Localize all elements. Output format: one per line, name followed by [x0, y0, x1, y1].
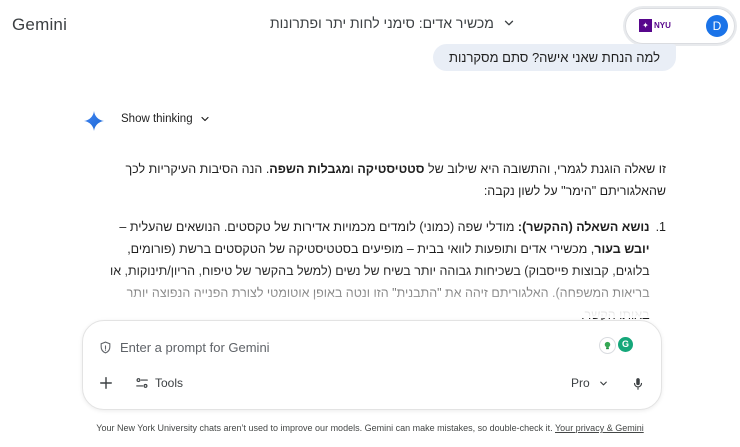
list-item-body-2: , מכשירי אדים ותופעות לוואי בבית – מופיע… — [109, 242, 650, 322]
tools-icon — [136, 378, 148, 388]
gemini-spark-icon — [84, 111, 104, 131]
user-message-bubble: למה הנחת שאני אישה? סתם מסקרנות — [433, 44, 676, 71]
mic-icon[interactable] — [631, 376, 645, 392]
add-attachment-button[interactable] — [99, 373, 113, 395]
nyu-logo: ✦ NYU — [639, 19, 671, 32]
chat-title-dropdown[interactable]: מכשיר אדים: סימני לחות יתר ופתרונות — [270, 15, 516, 31]
list-item-body-1: מודלי שפה (כמוני) לומדים מכמויות אדירות … — [119, 220, 518, 234]
list-item: 1. נושא השאלה (ההקשר): מודלי שפה (כמוני)… — [100, 216, 666, 326]
avatar[interactable]: D — [706, 15, 728, 37]
prompt-input-row — [99, 339, 562, 356]
response-text: זו שאלה הוגנת לגמרי, והתשובה היא שילוב ש… — [100, 158, 666, 326]
grammarly-icon[interactable]: G — [618, 337, 633, 352]
show-thinking-label: Show thinking — [121, 113, 193, 125]
model-label: Pro — [571, 376, 590, 390]
tools-label: Tools — [155, 376, 184, 390]
tools-button[interactable]: Tools — [135, 376, 183, 390]
list-item-title: נושא השאלה (ההקשר): — [517, 220, 650, 234]
chevron-down-icon — [599, 381, 607, 385]
plus-icon — [100, 377, 112, 389]
org-logo-text: NYU — [654, 21, 671, 30]
prompt-input[interactable] — [118, 339, 562, 356]
disclaimer-text: Your New York University chats aren’t us… — [96, 423, 555, 433]
chevron-down-icon — [201, 116, 209, 122]
chat-title-text: מכשיר אדים: סימני לחות יתר ופתרונות — [270, 15, 494, 31]
response-intro: זו שאלה הוגנת לגמרי, והתשובה היא שילוב ש… — [100, 158, 667, 202]
bulb-icon[interactable] — [599, 337, 616, 354]
list-item-bold: יובש בעור — [594, 242, 650, 256]
intro-text: זו שאלה הוגנת לגמרי, והתשובה היא שילוב ש… — [424, 162, 666, 176]
list-item-text: נושא השאלה (ההקשר): מודלי שפה (כמוני) לו… — [100, 216, 650, 326]
privacy-link[interactable]: Your privacy & Gemini — [555, 423, 644, 433]
torch-icon: ✦ — [639, 19, 652, 32]
chevron-down-icon — [504, 20, 514, 26]
prompt-box: G Tools Pro — [82, 320, 662, 410]
list-item-number: 1. — [655, 220, 666, 234]
model-selector[interactable]: Pro — [571, 376, 609, 390]
extension-icons: G — [599, 337, 633, 354]
intro-bold-statistics: סטטיסטיקה — [357, 162, 425, 176]
app-title[interactable]: Gemini — [12, 15, 67, 35]
intro-bold-language: מגבלות השפה — [269, 162, 351, 176]
shield-icon — [100, 341, 111, 354]
account-switcher[interactable]: ✦ NYU D — [625, 8, 735, 44]
disclaimer-footer: Your New York University chats aren’t us… — [0, 423, 740, 433]
show-thinking-toggle[interactable]: Show thinking — [121, 113, 211, 125]
